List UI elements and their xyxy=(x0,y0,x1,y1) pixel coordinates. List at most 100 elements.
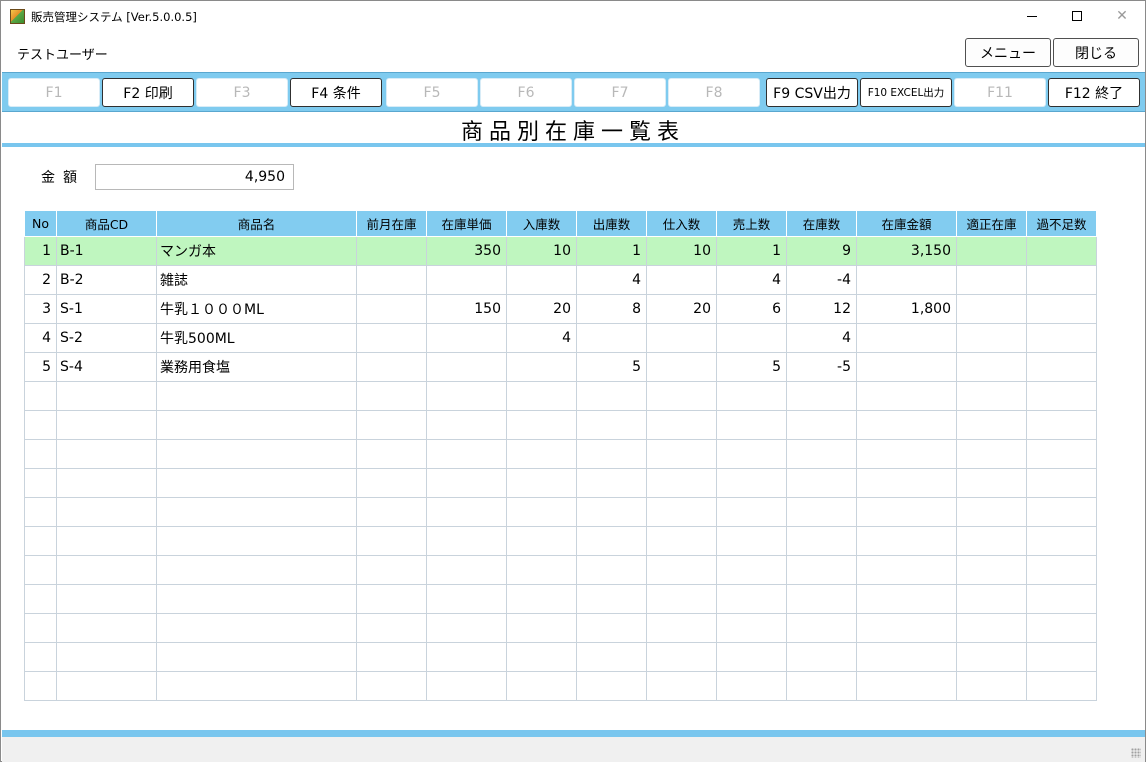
f7-key-button[interactable]: F7 xyxy=(574,78,666,107)
table-cell[interactable] xyxy=(786,584,857,614)
table-cell[interactable] xyxy=(506,410,577,440)
table-cell[interactable] xyxy=(716,468,787,498)
table-cell[interactable] xyxy=(426,671,507,701)
table-cell[interactable] xyxy=(646,642,717,672)
table-cell[interactable] xyxy=(24,526,57,556)
table-cell[interactable] xyxy=(646,439,717,469)
table-cell[interactable]: 5 xyxy=(24,352,57,382)
table-cell[interactable] xyxy=(426,381,507,411)
close-button[interactable]: 閉じる xyxy=(1053,38,1139,67)
table-cell[interactable] xyxy=(716,439,787,469)
table-cell[interactable] xyxy=(1026,613,1097,643)
table-cell[interactable] xyxy=(56,468,157,498)
table-cell[interactable] xyxy=(856,555,957,585)
table-cell[interactable] xyxy=(426,497,507,527)
table-cell[interactable] xyxy=(646,381,717,411)
column-header[interactable]: 在庫単価 xyxy=(426,210,507,237)
table-cell[interactable] xyxy=(856,265,957,295)
empty-table-row[interactable] xyxy=(24,642,1097,672)
table-row[interactable]: 2 B-2 雑誌 4 4 -4 xyxy=(24,265,1097,295)
empty-table-row[interactable] xyxy=(24,671,1097,701)
table-cell[interactable]: 1 xyxy=(24,236,57,266)
table-cell[interactable] xyxy=(506,642,577,672)
table-cell[interactable] xyxy=(716,526,787,556)
table-cell[interactable] xyxy=(1026,439,1097,469)
table-cell[interactable] xyxy=(576,497,647,527)
table-cell[interactable] xyxy=(1026,410,1097,440)
table-cell[interactable]: 3 xyxy=(24,294,57,324)
table-cell[interactable] xyxy=(426,352,507,382)
table-cell[interactable]: 12 xyxy=(786,294,857,324)
table-cell[interactable]: 20 xyxy=(646,294,717,324)
table-cell[interactable]: -4 xyxy=(786,265,857,295)
table-cell[interactable] xyxy=(356,294,427,324)
empty-table-row[interactable] xyxy=(24,381,1097,411)
table-cell[interactable] xyxy=(1026,497,1097,527)
table-cell[interactable] xyxy=(156,555,357,585)
column-header[interactable]: 商品CD xyxy=(56,210,157,237)
table-cell[interactable]: 350 xyxy=(426,236,507,266)
table-cell[interactable] xyxy=(426,526,507,556)
table-cell[interactable] xyxy=(1026,352,1097,382)
table-cell[interactable] xyxy=(1026,468,1097,498)
f8-key-button[interactable]: F8 xyxy=(668,78,760,107)
table-cell[interactable] xyxy=(786,468,857,498)
f2-key-button[interactable]: F2 印刷 xyxy=(102,78,194,107)
table-cell[interactable] xyxy=(356,439,427,469)
table-cell[interactable] xyxy=(426,555,507,585)
table-cell[interactable] xyxy=(856,671,957,701)
column-header[interactable]: 在庫金額 xyxy=(856,210,957,237)
table-cell[interactable] xyxy=(24,497,57,527)
table-cell[interactable] xyxy=(156,642,357,672)
table-cell[interactable] xyxy=(1026,236,1097,266)
inventory-table[interactable]: No 商品CD 商品名 前月在庫 在庫単価 入庫数 出庫数 仕入数 売上数 在庫数 在庫金額 適正在庫… xyxy=(24,210,1097,701)
table-cell[interactable] xyxy=(356,497,427,527)
table-cell[interactable] xyxy=(576,439,647,469)
table-cell[interactable] xyxy=(856,497,957,527)
table-cell[interactable] xyxy=(24,613,57,643)
table-cell[interactable] xyxy=(956,468,1027,498)
table-cell[interactable] xyxy=(956,439,1027,469)
table-cell[interactable] xyxy=(576,584,647,614)
maximize-button[interactable] xyxy=(1054,1,1100,31)
table-cell[interactable]: 4 xyxy=(576,265,647,295)
table-cell[interactable] xyxy=(156,613,357,643)
table-cell[interactable] xyxy=(576,613,647,643)
table-cell[interactable]: 8 xyxy=(576,294,647,324)
table-cell[interactable]: 150 xyxy=(426,294,507,324)
f4-key-button[interactable]: F4 条件 xyxy=(290,78,382,107)
table-cell[interactable] xyxy=(786,613,857,643)
table-cell[interactable] xyxy=(716,642,787,672)
table-cell[interactable] xyxy=(506,555,577,585)
table-cell[interactable] xyxy=(786,410,857,440)
table-cell[interactable] xyxy=(646,352,717,382)
table-cell[interactable] xyxy=(1026,323,1097,353)
table-cell[interactable]: 4 xyxy=(716,265,787,295)
table-cell[interactable]: -5 xyxy=(786,352,857,382)
table-cell[interactable] xyxy=(646,671,717,701)
table-cell[interactable] xyxy=(356,526,427,556)
empty-table-row[interactable] xyxy=(24,526,1097,556)
table-cell[interactable] xyxy=(56,671,157,701)
table-cell[interactable] xyxy=(356,642,427,672)
table-cell[interactable]: 1,800 xyxy=(856,294,957,324)
empty-table-row[interactable] xyxy=(24,555,1097,585)
table-cell[interactable] xyxy=(716,555,787,585)
table-cell[interactable] xyxy=(956,294,1027,324)
table-cell[interactable] xyxy=(646,526,717,556)
table-cell[interactable] xyxy=(646,497,717,527)
table-cell[interactable] xyxy=(156,381,357,411)
table-cell[interactable] xyxy=(24,584,57,614)
table-row[interactable]: 5 S-4 業務用食塩 5 5 -5 xyxy=(24,352,1097,382)
table-cell[interactable] xyxy=(856,323,957,353)
column-header[interactable]: 過不足数 xyxy=(1026,210,1097,237)
table-cell[interactable] xyxy=(856,613,957,643)
table-cell[interactable] xyxy=(156,526,357,556)
table-cell[interactable]: 業務用食塩 xyxy=(156,352,357,382)
empty-table-row[interactable] xyxy=(24,468,1097,498)
table-cell[interactable]: 4 xyxy=(786,323,857,353)
table-cell[interactable] xyxy=(24,439,57,469)
column-header[interactable]: 売上数 xyxy=(716,210,787,237)
table-cell[interactable] xyxy=(786,671,857,701)
table-cell[interactable] xyxy=(956,410,1027,440)
